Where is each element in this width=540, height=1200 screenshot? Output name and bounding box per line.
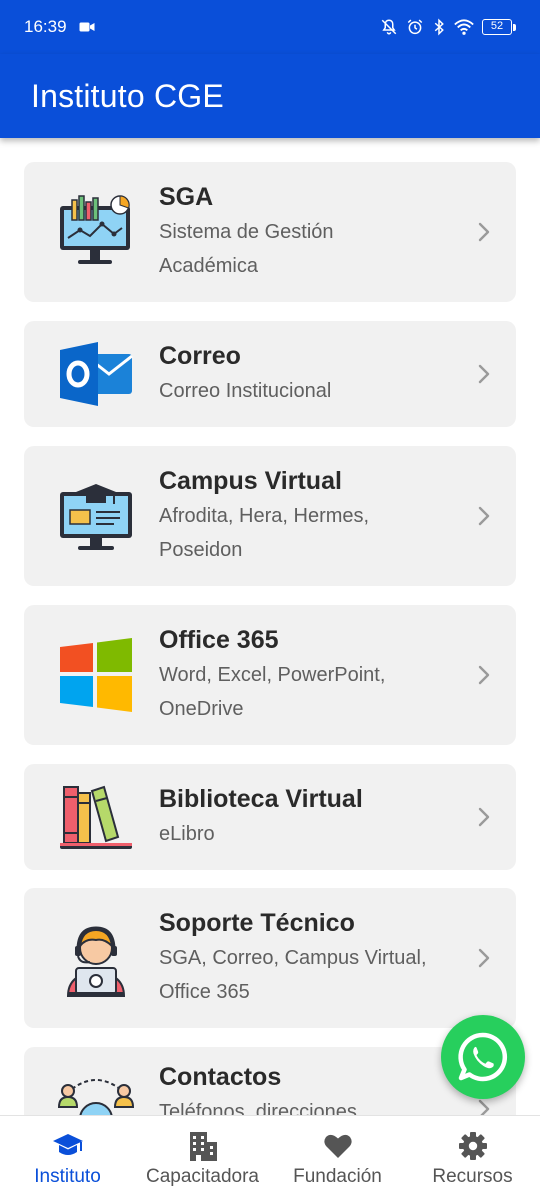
card-title: Biblioteca Virtual	[159, 785, 363, 813]
card-subtitle: Correo Institucional	[159, 374, 466, 408]
card-text: Biblioteca Virtual eLibro	[159, 783, 466, 851]
nav-label: Fundación	[293, 1166, 382, 1187]
card-subtitle-line: eLibro	[159, 823, 215, 845]
card-subtitle-line: OneDrive	[159, 698, 244, 720]
app-screen: 16:39 52 Instituto CGE SGA Sistema de Ge…	[0, 0, 540, 1200]
menu-list[interactable]: SGA Sistema de Gestión Académica Correo	[0, 138, 540, 1115]
chevron-right-icon	[478, 807, 490, 827]
card-subtitle: eLibro	[159, 817, 466, 851]
building-icon	[187, 1130, 219, 1162]
card-text: Campus Virtual Afrodita, Hera, Hermes, P…	[159, 465, 466, 567]
nav-label: Instituto	[34, 1166, 101, 1187]
card-subtitle: Word, Excel, PowerPoint, OneDrive	[159, 658, 466, 726]
card-subtitle-line: Afrodita, Hera, Hermes,	[159, 505, 370, 527]
analytics-monitor-icon	[56, 192, 136, 272]
nav-item-capacitadora[interactable]: Capacitadora	[135, 1116, 270, 1200]
card-sga[interactable]: SGA Sistema de Gestión Académica	[24, 162, 516, 302]
chevron-right-icon	[478, 665, 490, 685]
chevron-right-icon	[478, 222, 490, 242]
card-correo[interactable]: Correo Correo Institucional	[24, 321, 516, 427]
card-office-365[interactable]: Office 365 Word, Excel, PowerPoint, OneD…	[24, 605, 516, 745]
card-subtitle-line: Office 365	[159, 981, 250, 1003]
card-soporte-tecnico[interactable]: Soporte Técnico SGA, Correo, Campus Virt…	[24, 888, 516, 1028]
gear-icon	[457, 1130, 489, 1162]
nav-item-recursos[interactable]: Recursos	[405, 1116, 540, 1200]
bottom-navigation: Instituto Capacitadora Fundación Recurso…	[0, 1115, 540, 1200]
graduation-cap-icon	[52, 1130, 84, 1162]
card-subtitle-line: SGA, Correo, Campus Virtual,	[159, 947, 427, 969]
app-bar: Instituto CGE	[0, 54, 540, 138]
alarm-icon	[407, 19, 423, 35]
nav-label: Recursos	[432, 1166, 513, 1187]
card-text: Office 365 Word, Excel, PowerPoint, OneD…	[159, 624, 466, 726]
status-left: 16:39	[24, 17, 95, 37]
notifications-off-icon	[381, 19, 397, 35]
whatsapp-icon	[458, 1032, 508, 1082]
chevron-right-icon	[478, 948, 490, 968]
nav-label: Capacitadora	[145, 1166, 260, 1187]
bluetooth-icon	[434, 18, 444, 36]
card-subtitle: Sistema de Gestión Académica	[159, 215, 466, 283]
card-subtitle-line: Word, Excel, PowerPoint,	[159, 664, 386, 686]
windows-logo-icon	[56, 635, 136, 715]
card-title: Contactos	[159, 1063, 282, 1091]
card-subtitle-line: Sistema de Gestión	[159, 221, 334, 243]
outlook-mail-icon	[56, 334, 136, 414]
wifi-icon	[454, 19, 474, 35]
card-text: SGA Sistema de Gestión Académica	[159, 181, 466, 283]
battery-tip	[513, 23, 516, 31]
contacts-network-icon	[56, 1067, 136, 1115]
books-icon	[56, 777, 136, 857]
app-title: Instituto CGE	[31, 77, 224, 114]
nav-item-instituto[interactable]: Instituto	[0, 1116, 135, 1200]
card-text: Contactos Teléfonos, direcciones	[159, 1061, 466, 1115]
status-bar: 16:39 52	[0, 0, 540, 54]
card-text: Soporte Técnico SGA, Correo, Campus Virt…	[159, 907, 466, 1009]
card-subtitle: Afrodita, Hera, Hermes, Poseidon	[159, 499, 466, 567]
support-agent-icon	[56, 918, 136, 998]
card-title: Soporte Técnico	[159, 909, 355, 937]
card-title: Campus Virtual	[159, 467, 342, 495]
card-subtitle-line: Poseidon	[159, 539, 243, 561]
chevron-right-icon	[478, 1099, 490, 1115]
card-text: Correo Correo Institucional	[159, 340, 466, 408]
graduation-monitor-icon	[56, 476, 136, 556]
chevron-right-icon	[478, 364, 490, 384]
card-title: Office 365	[159, 626, 279, 654]
status-right: 52	[380, 18, 516, 36]
card-subtitle-line: Teléfonos, direcciones	[159, 1101, 357, 1115]
heart-icon	[322, 1130, 354, 1162]
battery-icon: 52	[482, 19, 516, 35]
status-time: 16:39	[24, 17, 67, 36]
video-record-icon	[79, 22, 95, 32]
card-subtitle-line: Correo Institucional	[159, 380, 332, 402]
card-biblioteca-virtual[interactable]: Biblioteca Virtual eLibro	[24, 764, 516, 870]
card-campus-virtual[interactable]: Campus Virtual Afrodita, Hera, Hermes, P…	[24, 446, 516, 586]
battery-level: 52	[482, 19, 512, 35]
card-subtitle: Teléfonos, direcciones	[159, 1095, 466, 1115]
chevron-right-icon	[478, 506, 490, 526]
whatsapp-button[interactable]	[441, 1015, 525, 1099]
nav-item-fundacion[interactable]: Fundación	[270, 1116, 405, 1200]
card-title: Correo	[159, 342, 241, 370]
card-subtitle: SGA, Correo, Campus Virtual, Office 365	[159, 941, 466, 1009]
card-subtitle-line: Académica	[159, 255, 258, 277]
card-title: SGA	[159, 183, 214, 211]
